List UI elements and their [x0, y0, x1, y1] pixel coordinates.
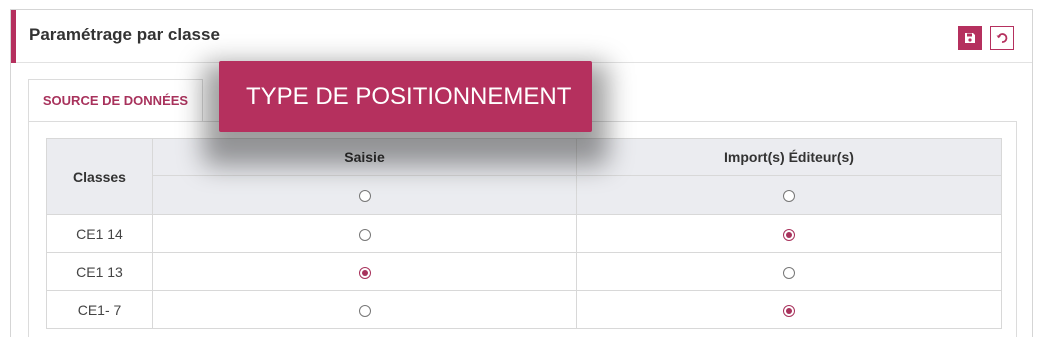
table-body: CE1 14 CE1 13 CE1- 7 — [46, 214, 1002, 329]
save-button[interactable] — [958, 26, 982, 50]
settings-panel: Paramétrage par classe SOURCE DE DONNÉES — [10, 9, 1033, 337]
select-all-import-radio[interactable] — [783, 190, 795, 203]
table-row: CE1 13 — [46, 252, 1002, 291]
import-cell — [576, 214, 1002, 253]
saisie-radio[interactable] — [358, 266, 371, 279]
saisie-radio[interactable] — [358, 228, 371, 241]
import-cell — [576, 290, 1002, 329]
import-radio[interactable] — [783, 304, 795, 317]
import-cell — [576, 252, 1002, 291]
select-all-import-cell — [576, 175, 1002, 215]
tooltip: TYPE DE POSITIONNEMENT — [219, 61, 592, 132]
column-header-saisie: Saisie — [152, 138, 577, 176]
column-header-import: Import(s) Éditeur(s) — [576, 138, 1002, 176]
reset-button[interactable] — [990, 26, 1014, 50]
undo-icon — [996, 33, 1008, 43]
floppy-disk-icon — [965, 33, 975, 43]
class-name-cell: CE1 13 — [46, 252, 153, 291]
class-name-cell: CE1 14 — [46, 214, 153, 253]
select-all-saisie-radio[interactable] — [358, 190, 371, 203]
tab-content: Classes Saisie Import(s) Éditeur(s) CE1 … — [28, 121, 1017, 337]
table-row: CE1- 7 — [46, 290, 1002, 329]
table-row: CE1 14 — [46, 214, 1002, 253]
column-header-classes: Classes — [46, 138, 153, 215]
page-title: Paramétrage par classe — [29, 25, 220, 44]
saisie-cell — [152, 290, 577, 329]
select-all-saisie-cell — [152, 175, 577, 215]
tab-source-de-donnees[interactable]: SOURCE DE DONNÉES — [28, 79, 203, 121]
import-radio[interactable] — [783, 228, 795, 241]
saisie-cell — [152, 252, 577, 291]
classes-table: Classes Saisie Import(s) Éditeur(s) CE1 … — [46, 138, 1002, 329]
accent-bar — [11, 10, 16, 63]
saisie-cell — [152, 214, 577, 253]
class-name-cell: CE1- 7 — [46, 290, 153, 329]
saisie-radio[interactable] — [358, 304, 371, 317]
panel-header: Paramétrage par classe — [11, 10, 1032, 63]
import-radio[interactable] — [783, 266, 795, 279]
